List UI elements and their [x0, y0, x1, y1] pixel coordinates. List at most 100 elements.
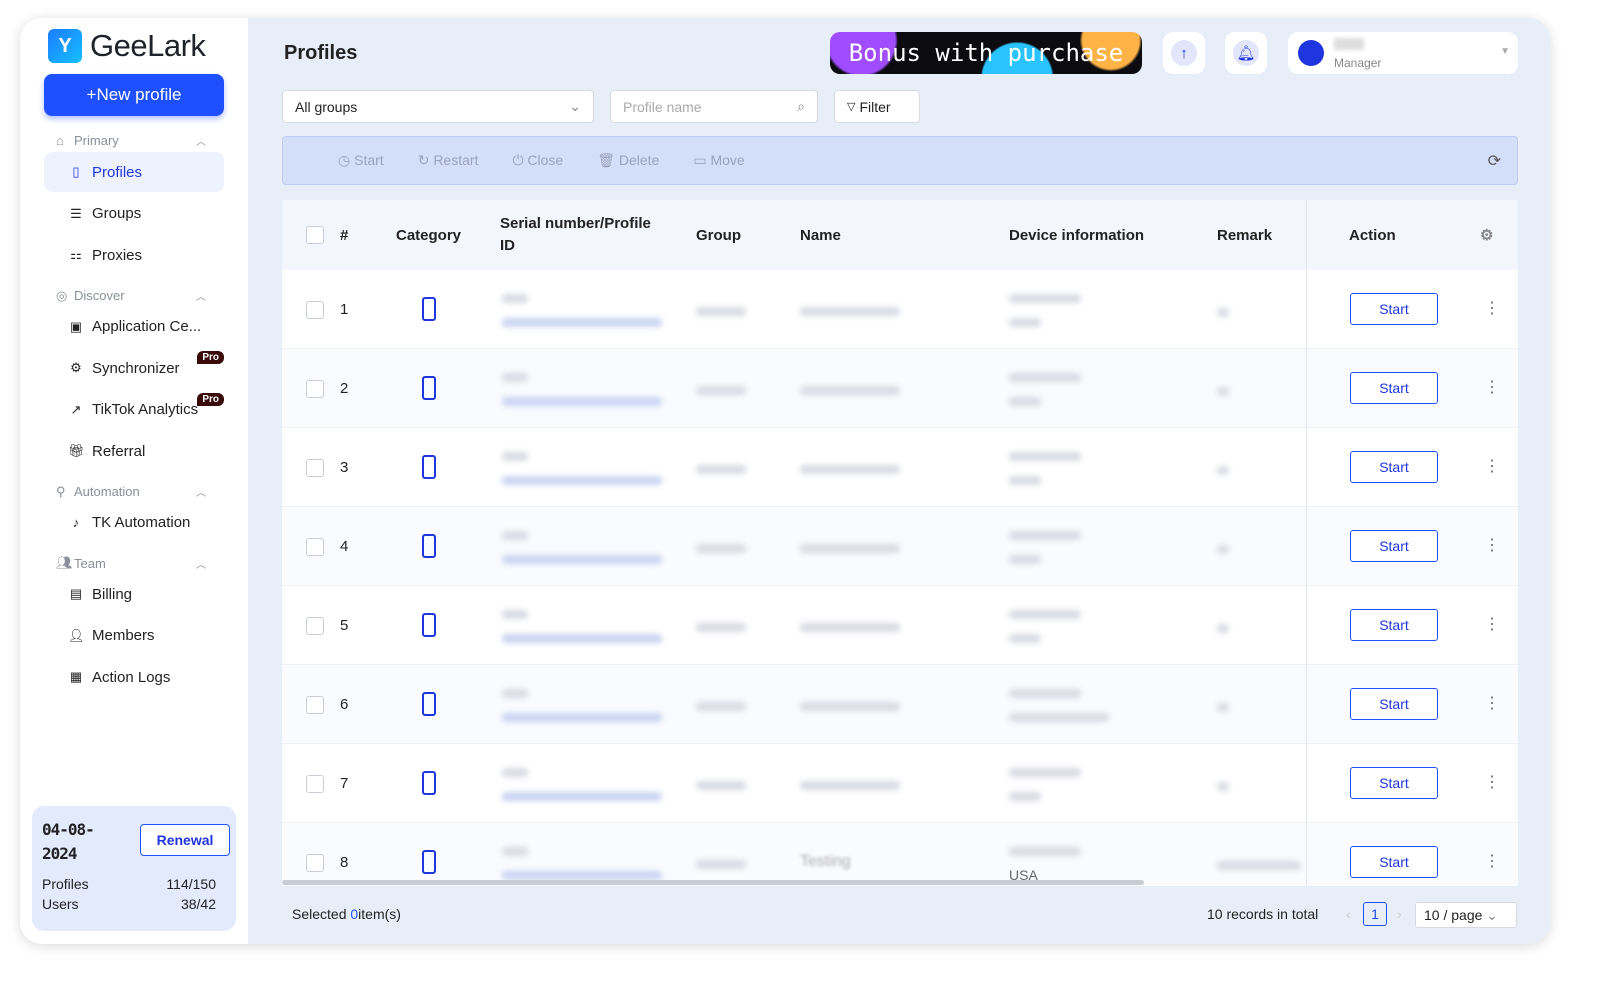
more-options-icon[interactable]: ⋮	[1484, 693, 1500, 713]
more-options-icon[interactable]: ⋮	[1484, 535, 1500, 555]
profile-id-blurred[interactable]	[502, 634, 662, 643]
next-page-icon[interactable]: ›	[1397, 906, 1402, 922]
page-1[interactable]: 1	[1363, 902, 1387, 926]
bulk-action-toolbar: ◷ Start ↻ Restart ⏻ Close 🗑︎ Delete ▭ Mo…	[282, 136, 1518, 185]
serial-blurred	[502, 610, 528, 619]
remark-blurred	[1217, 624, 1229, 633]
col-index: #	[340, 226, 349, 244]
row-checkbox[interactable]	[306, 380, 324, 398]
more-options-icon[interactable]: ⋮	[1484, 377, 1500, 397]
renewal-button[interactable]: Renewal	[140, 824, 230, 856]
promo-banner[interactable]: Bonus with purchase	[830, 32, 1142, 74]
row-index: 7	[340, 775, 349, 792]
item-label: Action Logs	[92, 668, 171, 686]
name-blurred	[800, 386, 900, 395]
sidebar-item-tiktok-analytics[interactable]: ↗ TikTok Analytics Pro	[44, 390, 224, 430]
section-label: Primary	[74, 133, 119, 148]
profile-id-blurred[interactable]	[502, 555, 662, 564]
device-country-blurred	[1009, 792, 1041, 801]
chevron-up-icon: ︿	[196, 137, 206, 148]
filter-label: Filter	[859, 98, 891, 115]
row-checkbox[interactable]	[306, 617, 324, 635]
settings-gear-icon[interactable]: ⚙	[1480, 226, 1493, 244]
profile-name-search[interactable]: Profile name ⌕	[610, 90, 818, 123]
col-category: Category	[396, 226, 462, 244]
profile-id-blurred[interactable]	[502, 397, 662, 406]
more-options-icon[interactable]: ⋮	[1484, 851, 1500, 871]
sidebar-section-primary[interactable]: ⌂ Primary ︿	[56, 133, 206, 148]
start-button[interactable]: Start	[1350, 451, 1438, 483]
sidebar-section-automation[interactable]: ⚲ Automation ︿	[56, 484, 206, 500]
sidebar-item-action-logs[interactable]: ▦ Action Logs	[44, 657, 224, 697]
sidebar-item-profiles[interactable]: ▯ Profiles	[44, 152, 224, 192]
dropdown-icon: ▼	[1500, 46, 1510, 57]
select-all-checkbox[interactable]	[306, 226, 324, 244]
profile-id-blurred[interactable]	[502, 713, 662, 722]
close-action[interactable]: ⏻ Close	[512, 152, 563, 169]
filter-button[interactable]: ▽ Filter	[834, 90, 920, 123]
logo: Y GeeLark	[48, 28, 206, 64]
page-size-select[interactable]: 10 / page ⌄	[1415, 902, 1517, 928]
profile-id-blurred[interactable]	[502, 792, 662, 801]
row-checkbox[interactable]	[306, 854, 324, 872]
sidebar-item-members[interactable]: 👤︎ Members	[44, 616, 224, 656]
sidebar-item-groups[interactable]: ☰ Groups	[44, 194, 224, 234]
group-blurred	[696, 544, 746, 553]
sidebar-item-proxies[interactable]: ⚏ Proxies	[44, 235, 224, 275]
sidebar-item-referral[interactable]: 🎁︎ Referral	[44, 431, 224, 471]
device-blurred	[1009, 610, 1081, 619]
restart-action[interactable]: ↻ Restart	[418, 152, 479, 169]
sidebar-item-billing[interactable]: ▤ Billing	[44, 574, 224, 614]
group-select[interactable]: All groups ⌄	[282, 90, 594, 123]
start-button[interactable]: Start	[1350, 688, 1438, 720]
item-icon: ▣	[69, 318, 83, 334]
item-label: Referral	[92, 442, 146, 460]
start-button[interactable]: Start	[1350, 372, 1438, 404]
refresh-icon[interactable]: ⟳	[1488, 151, 1501, 171]
avatar	[1298, 40, 1324, 66]
device-country-blurred	[1009, 397, 1041, 406]
chevron-up-icon: ︿	[196, 488, 206, 499]
sidebar-section-discover[interactable]: ◎ Discover ︿	[56, 288, 206, 304]
sidebar-section-team[interactable]: 👥︎ Team ︿	[56, 555, 206, 571]
start-button[interactable]: Start	[1350, 530, 1438, 562]
move-action[interactable]: ▭ Move	[693, 152, 744, 169]
device-country-blurred	[1009, 476, 1041, 485]
prev-page-icon[interactable]: ‹	[1346, 906, 1351, 922]
row-index: 4	[340, 538, 349, 555]
more-options-icon[interactable]: ⋮	[1484, 456, 1500, 476]
start-button[interactable]: Start	[1350, 293, 1438, 325]
more-options-icon[interactable]: ⋮	[1484, 614, 1500, 634]
upload-button[interactable]: ↑	[1163, 32, 1205, 74]
user-menu[interactable]: Manager ▼	[1288, 32, 1518, 74]
profile-id-blurred[interactable]	[502, 871, 662, 880]
sidebar-item-application-ce-[interactable]: ▣ Application Ce...	[44, 307, 224, 347]
start-button[interactable]: Start	[1350, 846, 1438, 878]
row-checkbox[interactable]	[306, 459, 324, 477]
action-column-divider	[1306, 200, 1307, 886]
row-checkbox[interactable]	[306, 538, 324, 556]
sidebar-item-tk-automation[interactable]: ♪ TK Automation	[44, 503, 224, 543]
new-profile-button[interactable]: +New profile	[44, 74, 224, 116]
col-name: Name	[800, 226, 841, 244]
phone-icon	[422, 376, 436, 400]
more-options-icon[interactable]: ⋮	[1484, 298, 1500, 318]
table-row: 2 Start ⋮	[282, 349, 1518, 428]
delete-action[interactable]: 🗑︎ Delete	[597, 152, 659, 169]
section-icon: ⚲	[56, 483, 66, 499]
row-checkbox[interactable]	[306, 775, 324, 793]
more-options-icon[interactable]: ⋮	[1484, 772, 1500, 792]
notifications-button[interactable]: 🔔︎	[1225, 32, 1267, 74]
row-checkbox[interactable]	[306, 301, 324, 319]
start-button[interactable]: Start	[1350, 767, 1438, 799]
profiles-quota: 114/150	[166, 876, 216, 892]
profile-id-blurred[interactable]	[502, 476, 662, 485]
row-checkbox[interactable]	[306, 696, 324, 714]
start-button[interactable]: Start	[1350, 609, 1438, 641]
chevron-up-icon: ︿	[196, 292, 206, 303]
item-icon: ▯	[72, 164, 80, 179]
sidebar-item-synchronizer[interactable]: ⚙ Synchronizer Pro	[44, 348, 224, 388]
start-action[interactable]: ◷ Start	[338, 152, 384, 169]
horizontal-scrollbar[interactable]	[282, 880, 1144, 885]
profile-id-blurred[interactable]	[502, 318, 662, 327]
